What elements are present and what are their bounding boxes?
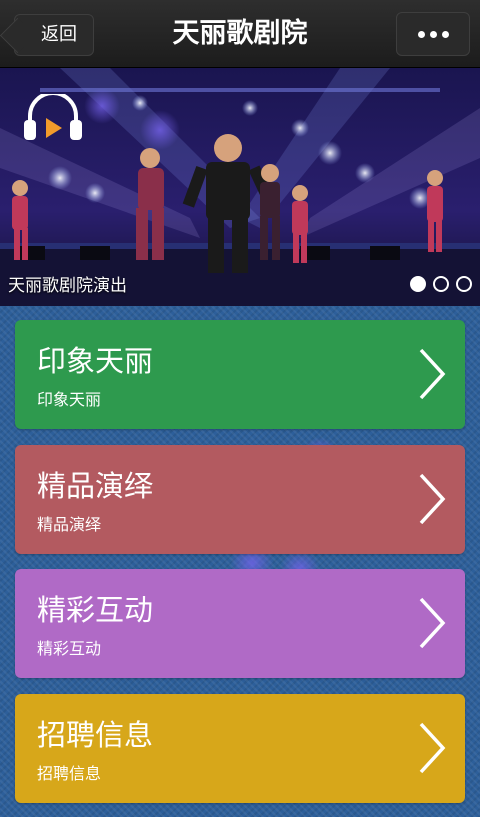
chevron-right-icon bbox=[419, 597, 446, 649]
chevron-right-icon bbox=[419, 348, 446, 400]
card-subtitle: 精彩互动 bbox=[37, 639, 102, 658]
more-dots-icon bbox=[429, 30, 437, 38]
more-dots-icon bbox=[441, 30, 449, 38]
carousel-indicators bbox=[410, 276, 472, 292]
banner-carousel[interactable]: 天丽歌剧院演出 bbox=[0, 68, 480, 306]
card-subtitle: 精品演绎 bbox=[37, 515, 102, 534]
card-title: 招聘信息 bbox=[37, 718, 154, 752]
navbar: 返回 天丽歌剧院 bbox=[0, 0, 480, 68]
menu-card-interaction[interactable]: 精彩互动 精彩互动 bbox=[15, 569, 465, 678]
banner-caption: 天丽歌剧院演出 bbox=[8, 276, 127, 296]
chevron-right-icon bbox=[419, 722, 446, 774]
more-dots-icon bbox=[417, 30, 425, 38]
headphones-play-icon[interactable] bbox=[22, 94, 84, 144]
menu-card-impression[interactable]: 印象天丽 印象天丽 bbox=[15, 320, 465, 429]
chevron-right-icon bbox=[419, 473, 446, 525]
card-subtitle: 印象天丽 bbox=[37, 390, 102, 409]
card-title: 精品演绎 bbox=[37, 469, 154, 503]
more-button[interactable] bbox=[396, 12, 470, 56]
carousel-dot[interactable] bbox=[410, 276, 426, 292]
page-title: 天丽歌剧院 bbox=[172, 18, 308, 49]
card-title: 精彩互动 bbox=[37, 593, 154, 627]
card-subtitle: 招聘信息 bbox=[37, 764, 102, 783]
carousel-dot[interactable] bbox=[456, 276, 472, 292]
carousel-dot[interactable] bbox=[433, 276, 449, 292]
menu-card-performances[interactable]: 精品演绎 精品演绎 bbox=[15, 445, 465, 554]
back-button[interactable]: 返回 bbox=[14, 14, 94, 56]
menu-card-recruitment[interactable]: 招聘信息 招聘信息 bbox=[15, 694, 465, 803]
card-title: 印象天丽 bbox=[37, 344, 154, 378]
